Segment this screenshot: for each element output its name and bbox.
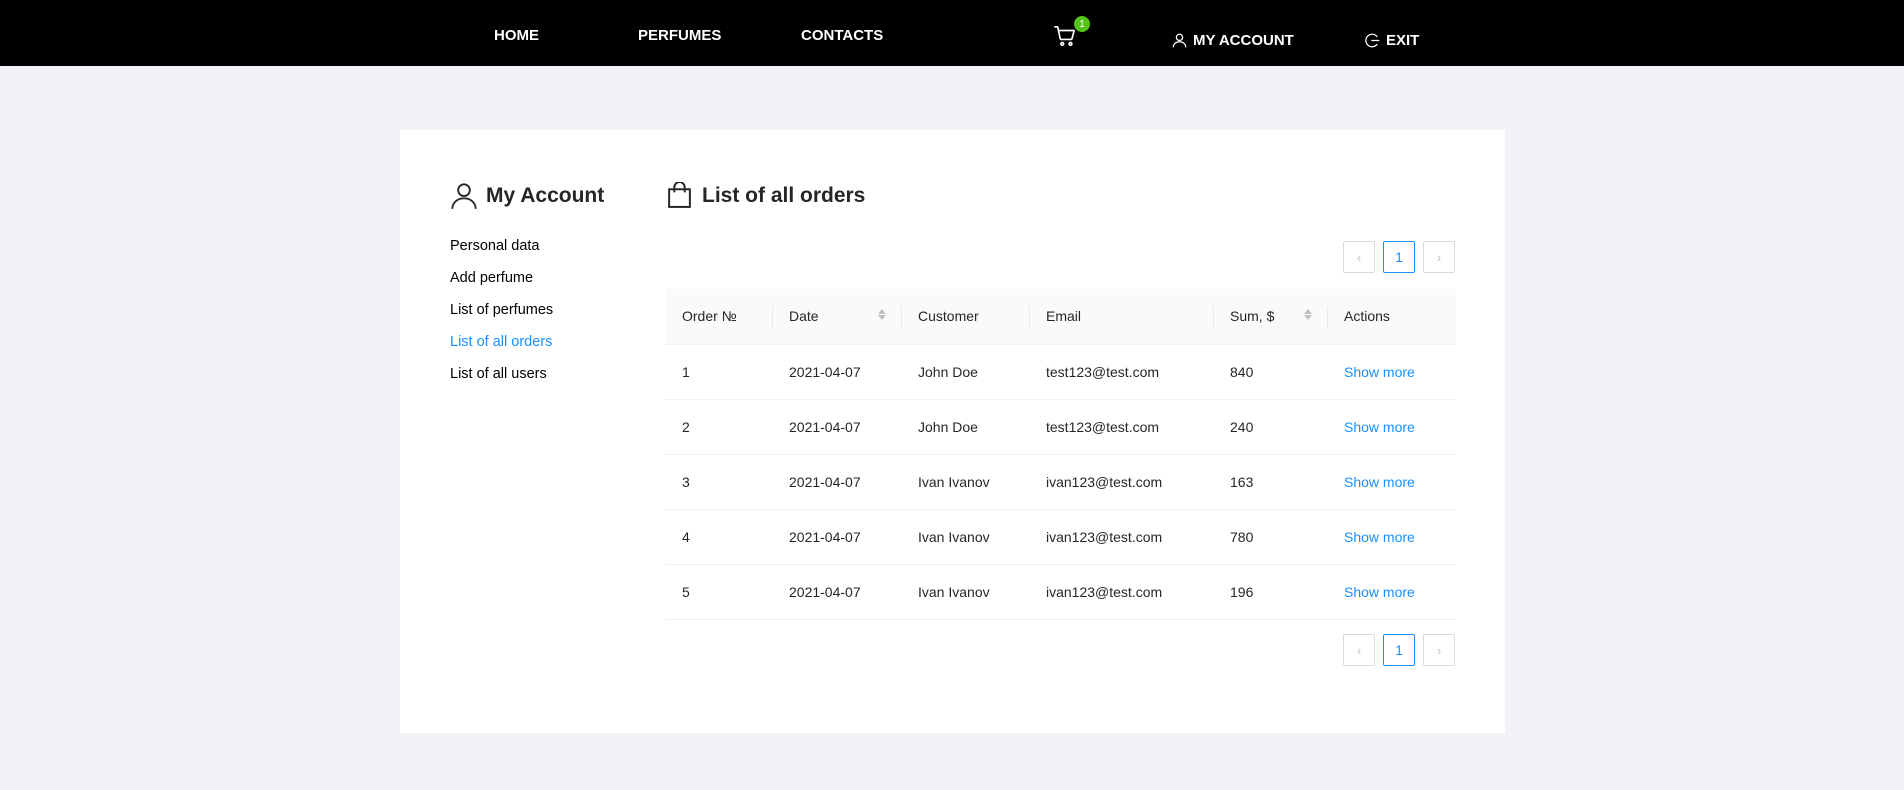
sidebar-item-list-of-all-users[interactable]: List of all users <box>450 366 553 398</box>
page-button-current[interactable]: 1 <box>1383 241 1415 273</box>
pagination-bottom: ‹ 1 › <box>1343 634 1455 666</box>
nav-exit-link[interactable]: EXIT <box>1365 32 1419 49</box>
cell-email: ivan123@test.com <box>1030 509 1214 565</box>
sidebar-menu: Personal data Add perfume List of perfum… <box>450 238 553 398</box>
page-button-current[interactable]: 1 <box>1383 634 1415 666</box>
table-row: 1 2021-04-07 John Doe test123@test.com 8… <box>666 344 1456 400</box>
next-page-button[interactable]: › <box>1423 241 1455 273</box>
cell-date: 2021-04-07 <box>773 564 902 620</box>
top-navbar: HOME PERFUMES CONTACTS 1 MY ACCOUNT EXIT <box>0 0 1904 66</box>
cell-order: 3 <box>666 454 773 510</box>
cell-sum: 196 <box>1214 564 1328 620</box>
next-page-button[interactable]: › <box>1423 634 1455 666</box>
cell-email: ivan123@test.com <box>1030 454 1214 510</box>
exit-label: EXIT <box>1386 32 1420 49</box>
page-title-text: List of all orders <box>702 183 866 207</box>
sort-icon <box>1304 309 1312 320</box>
cell-date: 2021-04-07 <box>773 454 902 510</box>
table-header-row: Order № Date Customer Email Sum, $ Actio… <box>666 289 1456 345</box>
show-more-link[interactable]: Show more <box>1344 474 1415 490</box>
logout-icon <box>1365 33 1380 48</box>
user-icon <box>451 183 477 209</box>
sidebar-item-list-of-all-orders[interactable]: List of all orders <box>450 334 553 366</box>
cell-order: 2 <box>666 399 773 455</box>
table-row: 3 2021-04-07 Ivan Ivanov ivan123@test.co… <box>666 454 1456 510</box>
cell-date: 2021-04-07 <box>773 399 902 455</box>
user-icon <box>1172 33 1187 48</box>
cart-button[interactable]: 1 <box>1054 16 1090 48</box>
cell-date: 2021-04-07 <box>773 509 902 565</box>
cell-customer: Ivan Ivanov <box>902 454 1030 510</box>
cell-email: test123@test.com <box>1030 399 1214 455</box>
cell-customer: John Doe <box>902 344 1030 400</box>
cell-customer: John Doe <box>902 399 1030 455</box>
column-header-customer: Customer <box>902 289 1030 345</box>
chevron-right-icon: › <box>1436 642 1442 658</box>
sidebar-title: My Account <box>486 184 605 207</box>
show-more-link[interactable]: Show more <box>1344 364 1415 380</box>
sidebar-header: My Account <box>450 182 604 210</box>
cell-order: 5 <box>666 564 773 620</box>
sidebar-item-list-of-perfumes[interactable]: List of perfumes <box>450 302 553 334</box>
my-account-label: MY ACCOUNT <box>1193 32 1294 49</box>
nav-home-link[interactable]: HOME <box>494 27 539 44</box>
cart-icon <box>1054 26 1075 46</box>
sidebar-item-add-perfume[interactable]: Add perfume <box>450 270 553 302</box>
table-row: 5 2021-04-07 Ivan Ivanov ivan123@test.co… <box>666 564 1456 620</box>
nav-my-account-link[interactable]: MY ACCOUNT <box>1172 32 1294 49</box>
cell-sum: 780 <box>1214 509 1328 565</box>
nav-contacts-link[interactable]: CONTACTS <box>801 27 883 44</box>
show-more-link[interactable]: Show more <box>1344 529 1415 545</box>
pagination-top: ‹ 1 › <box>1343 241 1455 273</box>
table-row: 2 2021-04-07 John Doe test123@test.com 2… <box>666 399 1456 455</box>
nav-perfumes-link[interactable]: PERFUMES <box>638 27 721 44</box>
table-row: 4 2021-04-07 Ivan Ivanov ivan123@test.co… <box>666 509 1456 565</box>
cell-order: 1 <box>666 344 773 400</box>
cell-sum: 240 <box>1214 399 1328 455</box>
column-header-date[interactable]: Date <box>773 289 902 345</box>
cell-date: 2021-04-07 <box>773 344 902 400</box>
account-card: My Account Personal data Add perfume Lis… <box>400 130 1505 733</box>
page-title: List of all orders <box>667 182 865 209</box>
chevron-right-icon: › <box>1436 249 1442 265</box>
orders-table: Order № Date Customer Email Sum, $ Actio… <box>666 289 1456 620</box>
prev-page-button[interactable]: ‹ <box>1343 634 1375 666</box>
chevron-left-icon: ‹ <box>1356 642 1362 658</box>
cell-sum: 163 <box>1214 454 1328 510</box>
cell-email: test123@test.com <box>1030 344 1214 400</box>
cell-customer: Ivan Ivanov <box>902 509 1030 565</box>
cart-count-badge: 1 <box>1074 16 1090 32</box>
column-header-email: Email <box>1030 289 1214 345</box>
column-header-actions: Actions <box>1328 289 1456 345</box>
column-header-sum[interactable]: Sum, $ <box>1214 289 1328 345</box>
cell-customer: Ivan Ivanov <box>902 564 1030 620</box>
sidebar-item-personal-data[interactable]: Personal data <box>450 238 553 270</box>
cell-sum: 840 <box>1214 344 1328 400</box>
show-more-link[interactable]: Show more <box>1344 584 1415 600</box>
sort-icon <box>878 309 886 320</box>
cell-email: ivan123@test.com <box>1030 564 1214 620</box>
show-more-link[interactable]: Show more <box>1344 419 1415 435</box>
chevron-left-icon: ‹ <box>1356 249 1362 265</box>
shopping-bag-icon <box>668 182 691 208</box>
cell-order: 4 <box>666 509 773 565</box>
prev-page-button[interactable]: ‹ <box>1343 241 1375 273</box>
column-header-order: Order № <box>666 289 773 345</box>
